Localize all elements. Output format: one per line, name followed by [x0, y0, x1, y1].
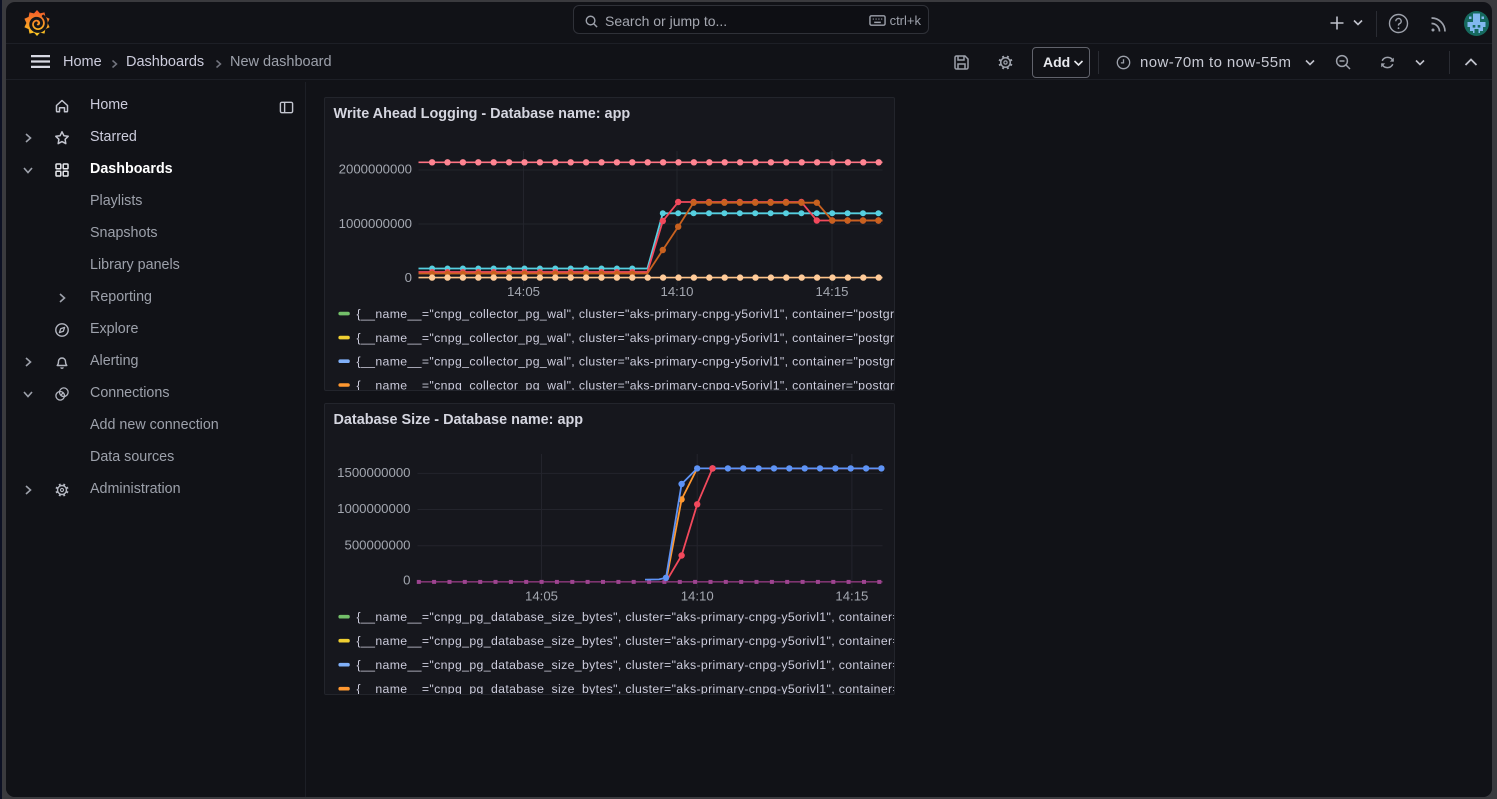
svg-text:1000000000: 1000000000 [338, 216, 411, 231]
svg-text:1000000000: 1000000000 [337, 501, 410, 516]
svg-text:{__name__="cnpg_pg_database_si: {__name__="cnpg_pg_database_size_bytes",… [356, 634, 894, 648]
svg-text:14:05: 14:05 [506, 284, 539, 299]
svg-text:500000000: 500000000 [344, 538, 410, 553]
svg-text:{__name__="cnpg_collector_pg_w: {__name__="cnpg_collector_pg_wal", clust… [356, 378, 894, 390]
svg-text:{__name__="cnpg_collector_pg_w: {__name__="cnpg_collector_pg_wal", clust… [356, 307, 894, 321]
svg-text:1500000000: 1500000000 [337, 465, 410, 480]
svg-text:14:15: 14:15 [815, 284, 848, 299]
svg-text:{__name__="cnpg_collector_pg_w: {__name__="cnpg_collector_pg_wal", clust… [356, 331, 894, 345]
svg-text:{__name__="cnpg_collector_pg_w: {__name__="cnpg_collector_pg_wal", clust… [356, 355, 894, 369]
svg-text:14:10: 14:10 [680, 589, 713, 604]
svg-text:0: 0 [404, 270, 411, 285]
svg-text:{__name__="cnpg_pg_database_si: {__name__="cnpg_pg_database_size_bytes",… [356, 682, 894, 694]
svg-text:0: 0 [403, 573, 410, 588]
svg-text:{__name__="cnpg_pg_database_si: {__name__="cnpg_pg_database_size_bytes",… [356, 658, 894, 672]
svg-text:14:15: 14:15 [835, 589, 868, 604]
svg-text:2000000000: 2000000000 [338, 162, 411, 177]
svg-text:14:05: 14:05 [524, 589, 557, 604]
svg-text:14:10: 14:10 [660, 284, 693, 299]
svg-text:{__name__="cnpg_pg_database_si: {__name__="cnpg_pg_database_size_bytes",… [356, 610, 894, 624]
